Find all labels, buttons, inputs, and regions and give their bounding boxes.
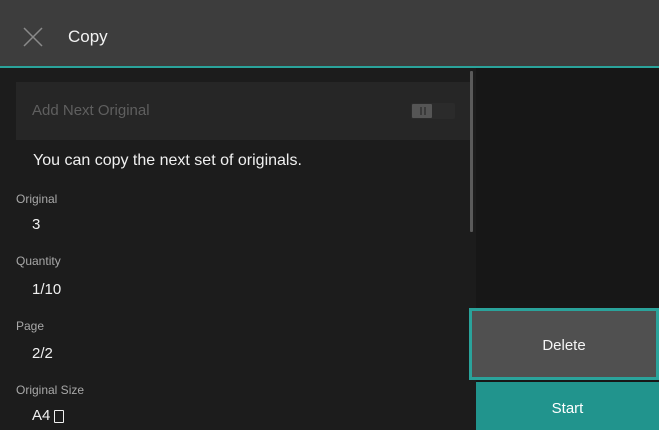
start-button[interactable]: Start — [476, 382, 659, 430]
portrait-page-icon — [54, 409, 65, 423]
original-size-label: Original Size — [16, 383, 85, 397]
quantity-value: 1/10 — [32, 281, 62, 298]
delete-button[interactable]: Delete — [469, 308, 659, 380]
page-title: Copy — [68, 27, 108, 46]
quantity-label: Quantity — [16, 254, 61, 268]
add-next-original-row: Add Next Original — [16, 82, 470, 140]
page-value: 2/2 — [32, 345, 53, 362]
close-icon[interactable] — [20, 24, 46, 50]
delete-button-label: Delete — [542, 337, 586, 354]
original-label: Original — [16, 192, 58, 206]
original-size-value: A4 — [32, 406, 65, 426]
page-label: Page — [16, 319, 45, 333]
original-size-text: A4 — [32, 407, 51, 424]
add-next-original-label: Add Next Original — [32, 102, 150, 119]
info-message: You can copy the next set of originals. — [33, 152, 302, 169]
toggle-knob — [412, 104, 432, 118]
scrollbar[interactable] — [470, 71, 473, 232]
add-next-original-toggle — [411, 103, 455, 119]
header-bar: Copy — [0, 0, 659, 68]
start-button-label: Start — [551, 400, 584, 417]
original-value: 3 — [32, 216, 41, 233]
